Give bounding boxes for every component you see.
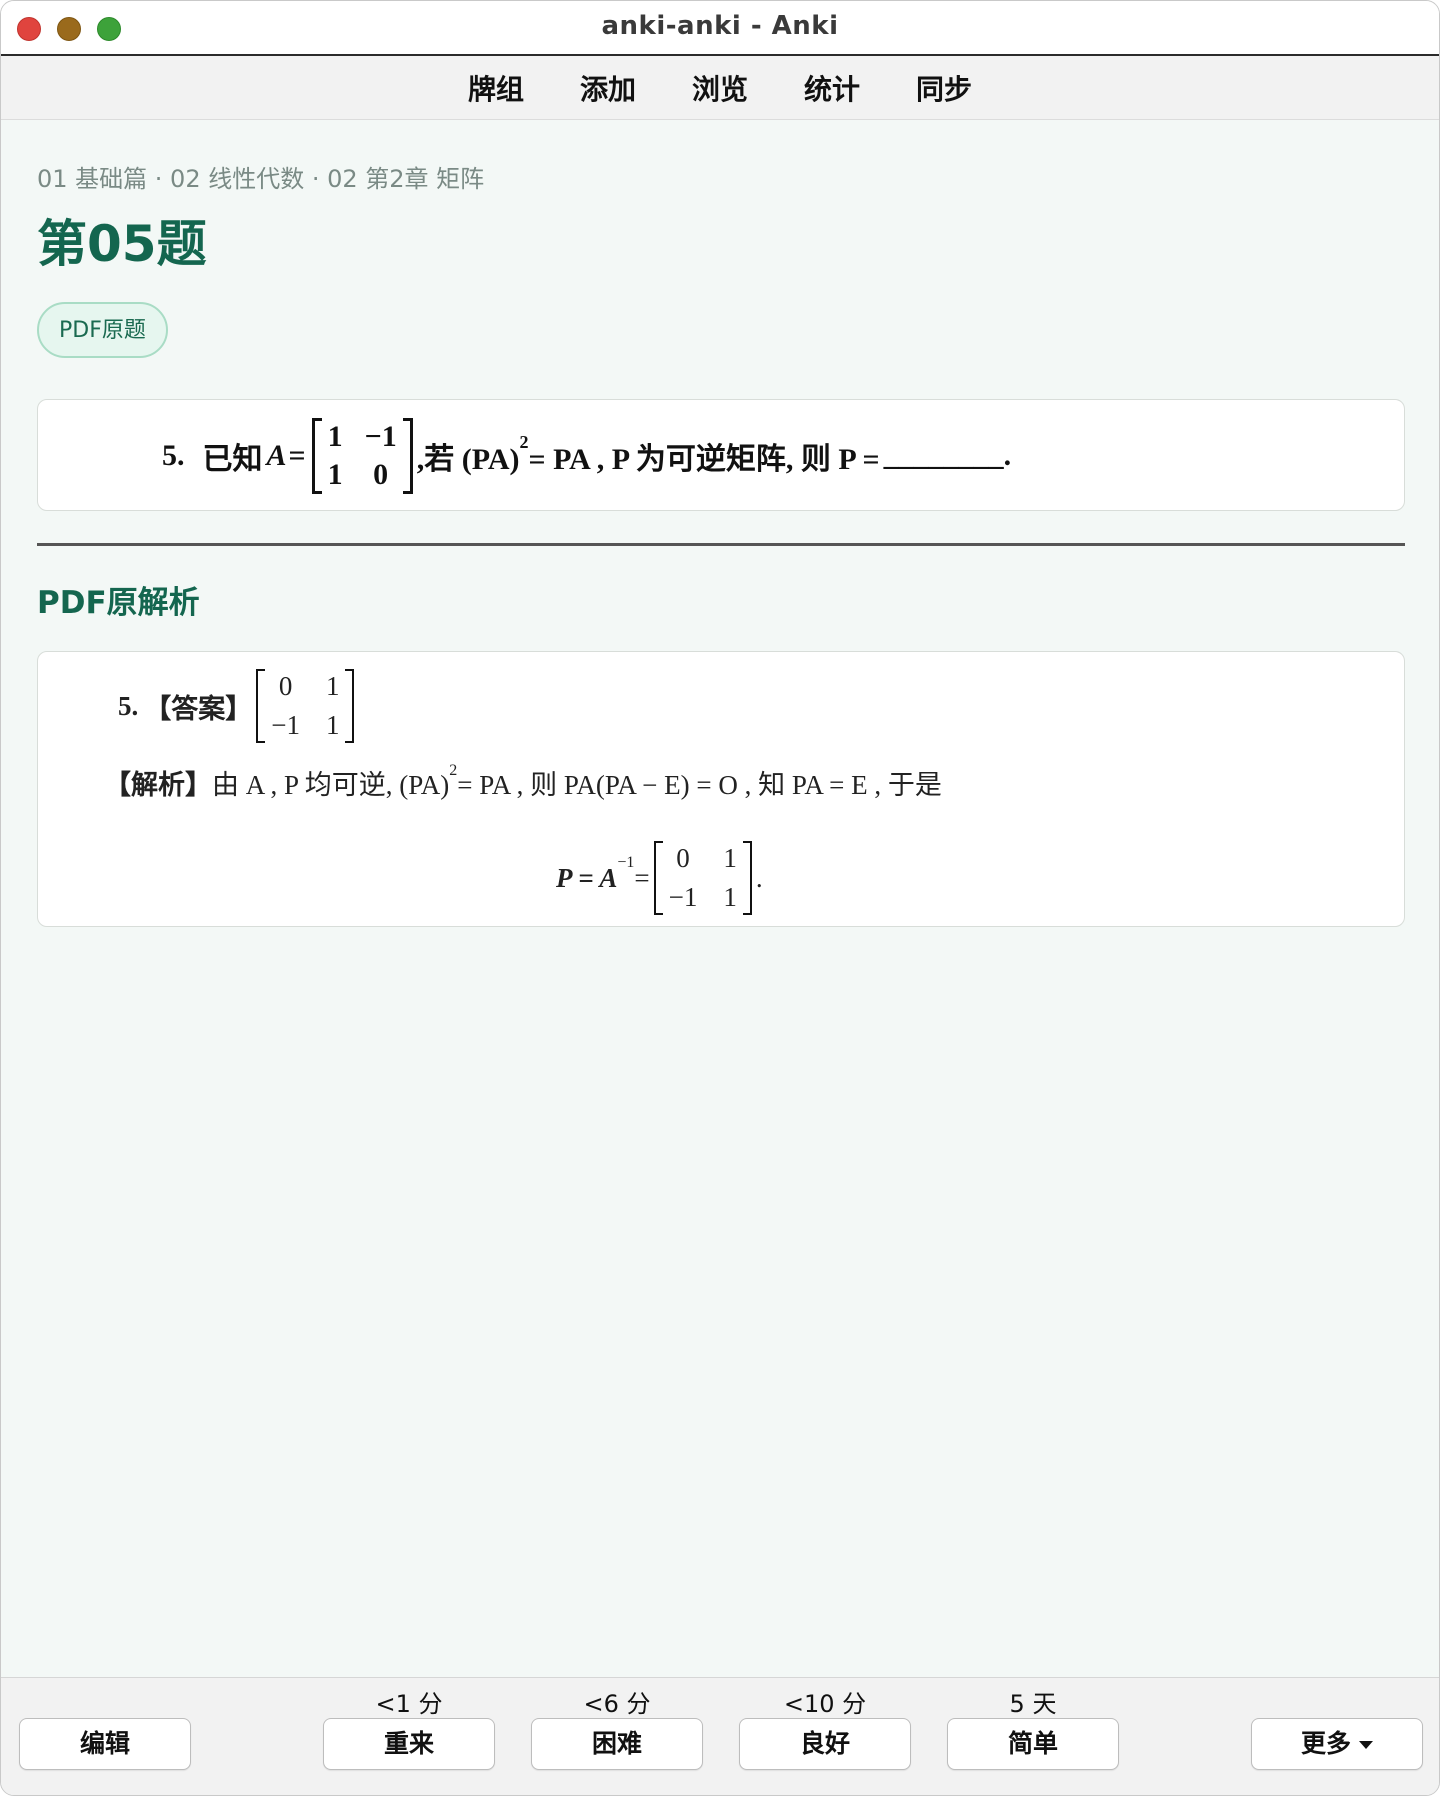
answer-matrix: 0 1 −1 1 (256, 669, 355, 743)
easy-interval: 5 天 (1009, 1690, 1057, 1718)
matrix-cell: 1 (723, 843, 737, 873)
result-matrix: 0 1 −1 1 (653, 841, 752, 915)
result-end: . (755, 862, 763, 893)
matrix-cell: 1 (325, 710, 340, 740)
toolbar-stats[interactable]: 统计 (776, 68, 888, 108)
matrix-left-bracket (256, 669, 266, 743)
matrix-cell: −1 (364, 420, 397, 453)
toolbar-sync[interactable]: 同步 (888, 68, 1000, 108)
answer-bar: 编辑 <1 分 重来 <6 分 困难 <10 分 良好 5 天 简单 更多 (1, 1677, 1439, 1795)
deck-breadcrumb: 01 基础篇 · 02 线性代数 · 02 第2章 矩阵 (37, 165, 485, 193)
hard-button[interactable]: 困难 (531, 1718, 703, 1770)
explanation-text-b: = PA , 则 PA(PA − E) = O , 知 PA = E , 于是 (457, 769, 942, 800)
matrix-cell: 1 (327, 420, 343, 453)
answer-number: 5. (118, 690, 139, 721)
hard-interval: <6 分 (583, 1690, 651, 1718)
again-button[interactable]: 重来 (323, 1718, 495, 1770)
question-var-a: A (266, 439, 287, 472)
good-interval: <10 分 (783, 1690, 867, 1718)
question-formula: 5. 已知 A = 1 −1 1 0 ,若 (PA) 2 = PA , P 为可… (162, 410, 1011, 502)
question-condition: ,若 (PA) (416, 443, 520, 476)
matrix-cell: 0 (373, 458, 389, 491)
chevron-down-icon (1359, 1741, 1373, 1749)
analysis-image: 5. 【答案】 0 1 −1 1 【解析】 由 A , P 均可逆, (PA) … (37, 651, 1405, 927)
matrix-right-bracket (402, 418, 413, 494)
result-exponent: −1 (617, 854, 635, 871)
pdf-original-tag[interactable]: PDF原题 (37, 302, 168, 358)
matrix-cell: 1 (723, 882, 737, 912)
result-lhs: P = A (556, 862, 618, 893)
matrix-right-bracket (742, 841, 752, 915)
question-number: 5. (162, 439, 185, 472)
question-prefix: 已知 (202, 443, 263, 476)
window-title: anki-anki - Anki (601, 11, 839, 41)
matrix-cell: 1 (327, 458, 343, 491)
result-equals: = (634, 862, 650, 893)
explanation-exponent: 2 (449, 762, 458, 779)
answer-line: 5. 【答案】 0 1 −1 1 (118, 666, 358, 746)
toolbar-decks[interactable]: 牌组 (440, 68, 552, 108)
question-exponent: 2 (519, 432, 529, 452)
question-condition-rest: = PA , P 为可逆矩阵, 则 P = (528, 443, 880, 476)
question-end: . (1003, 439, 1012, 472)
card-content: 01 基础篇 · 02 线性代数 · 02 第2章 矩阵 第05题 PDF原题 … (37, 120, 1405, 927)
question-matrix: 1 −1 1 0 (311, 418, 413, 494)
matrix-cell: −1 (668, 882, 698, 912)
toolbar-browse[interactable]: 浏览 (664, 68, 776, 108)
edit-button[interactable]: 编辑 (19, 1718, 191, 1770)
main-toolbar: 牌组 添加 浏览 统计 同步 (1, 56, 1439, 120)
question-image: 5. 已知 A = 1 −1 1 0 ,若 (PA) 2 = PA , P 为可… (37, 399, 1405, 511)
analysis-title: PDF原解析 (37, 585, 200, 621)
anki-window: anki-anki - Anki 牌组 添加 浏览 统计 同步 01 基础篇 ·… (0, 0, 1440, 1796)
question-equals: = (288, 439, 306, 472)
result-line: P = A −1 = 0 1 −1 1 . (556, 838, 763, 918)
more-button-label: 更多 (1300, 1729, 1351, 1758)
explanation-label: 【解析】 (104, 769, 212, 800)
again-interval: <1 分 (375, 1690, 443, 1718)
explanation-text-a: 由 A , P 均可逆, (PA) (212, 769, 450, 800)
card-title: 第05题 (37, 215, 207, 273)
answer-label: 【答案】 (144, 693, 253, 724)
easy-button[interactable]: 简单 (947, 1718, 1119, 1770)
matrix-left-bracket (311, 418, 322, 494)
matrix-cell: 0 (676, 843, 690, 873)
answer-divider (37, 543, 1405, 546)
title-bar: anki-anki - Anki (1, 1, 1439, 56)
more-button[interactable]: 更多 (1251, 1718, 1423, 1770)
matrix-cell: 0 (278, 671, 293, 701)
toolbar-add[interactable]: 添加 (552, 68, 664, 108)
question-blank: ________ (883, 439, 1004, 472)
matrix-cell: 1 (325, 671, 340, 701)
matrix-left-bracket (653, 841, 663, 915)
explanation-line: 【解析】 由 A , P 均可逆, (PA) 2 = PA , 则 PA(PA … (104, 762, 942, 802)
matrix-cell: −1 (271, 710, 300, 740)
good-button[interactable]: 良好 (739, 1718, 911, 1770)
matrix-right-bracket (345, 669, 355, 743)
